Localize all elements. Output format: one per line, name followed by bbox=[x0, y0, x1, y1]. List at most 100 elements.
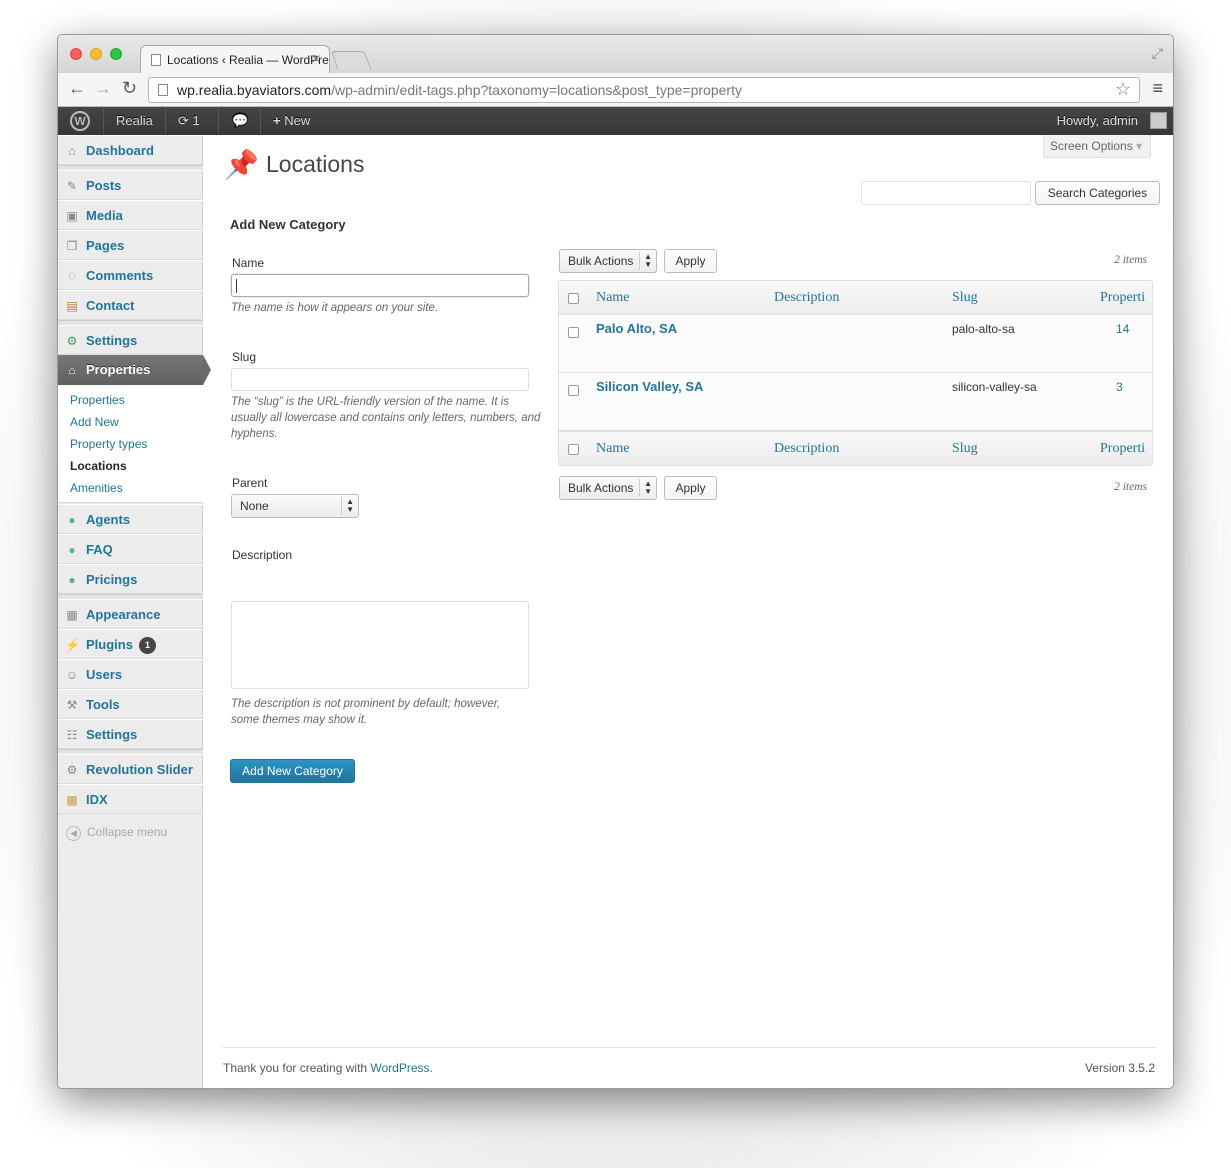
row-name-link[interactable]: Palo Alto, SA bbox=[596, 321, 677, 336]
sidebar-item-posts[interactable]: ✎ Posts bbox=[58, 170, 203, 200]
row-count-link[interactable]: 3 bbox=[1116, 380, 1123, 394]
comments-link[interactable]: 💬 bbox=[232, 107, 248, 135]
minimize-window-button[interactable] bbox=[90, 48, 102, 60]
screen-options-button[interactable]: Screen Options ▾ bbox=[1043, 135, 1151, 158]
search-categories-button[interactable]: Search Categories bbox=[1035, 181, 1160, 205]
column-name[interactable]: Name bbox=[596, 290, 629, 306]
comment-icon: ◌ bbox=[68, 269, 76, 283]
column-description[interactable]: Description bbox=[774, 441, 839, 457]
sidebar-item-contact[interactable]: ▤ Contact bbox=[58, 290, 203, 320]
site-name-link[interactable]: Realia bbox=[116, 107, 153, 135]
parent-label: Parent bbox=[232, 476, 268, 490]
wordpress-logo-icon[interactable]: W bbox=[70, 111, 90, 131]
select-all-checkbox[interactable] bbox=[568, 293, 579, 304]
browser-tab[interactable]: Locations ‹ Realia — WordPress ✕ bbox=[140, 45, 330, 73]
sidebar-item-dashboard[interactable]: ⌂ Dashboard bbox=[58, 135, 203, 165]
sidebar-item-agents[interactable]: ● Agents bbox=[58, 504, 203, 534]
add-new-category-button[interactable]: Add New Category bbox=[230, 759, 355, 783]
row-checkbox[interactable] bbox=[568, 385, 579, 396]
sidebar-item-faq[interactable]: ● FAQ bbox=[58, 534, 203, 564]
updates-link[interactable]: ⟳ 1 bbox=[178, 107, 200, 135]
apply-button-top[interactable]: Apply bbox=[664, 249, 717, 273]
avatar[interactable] bbox=[1150, 112, 1167, 129]
select-arrows-icon: ▲ ▼ bbox=[644, 479, 652, 496]
zoom-window-button[interactable] bbox=[110, 48, 122, 60]
column-description[interactable]: Description bbox=[774, 290, 839, 306]
column-slug[interactable]: Slug bbox=[952, 441, 978, 457]
slug-input[interactable] bbox=[231, 368, 529, 391]
items-count-bottom: 2 items bbox=[1114, 481, 1147, 493]
sidebar-item-label: Properties bbox=[86, 362, 151, 377]
bulk-actions-select-bottom[interactable]: Bulk Actions ▲ ▼ bbox=[559, 476, 657, 500]
new-content-link[interactable]: + New bbox=[273, 107, 310, 135]
settings-icon: ⚙ bbox=[66, 334, 78, 348]
sidebar-item-tools[interactable]: ⚒ Tools bbox=[58, 689, 203, 719]
table-row: Palo Alto, SA palo-alto-sa 14 bbox=[559, 315, 1152, 373]
sidebar-item-label: Settings bbox=[86, 333, 138, 348]
apply-button-bottom[interactable]: Apply bbox=[664, 476, 717, 500]
close-window-button[interactable] bbox=[70, 48, 82, 60]
description-help-text: The description is not prominent by defa… bbox=[231, 698, 501, 726]
sidebar-item-settings[interactable]: ⚙ Settings bbox=[58, 325, 203, 355]
sidebar-item-plugins[interactable]: ⚡ Plugins 1 bbox=[58, 629, 203, 659]
howdy-link[interactable]: Howdy, admin bbox=[1057, 107, 1138, 135]
page-icon bbox=[151, 54, 161, 66]
sidebar-item-pricings[interactable]: ● Pricings bbox=[58, 564, 203, 594]
bookmark-star-icon[interactable]: ☆ bbox=[1115, 79, 1131, 100]
fullscreen-icon[interactable]: ⤢ bbox=[1152, 45, 1163, 62]
collapse-menu-button[interactable]: ◀ Collapse menu bbox=[66, 825, 167, 841]
version-text: Version 3.5.2 bbox=[1084, 1061, 1155, 1075]
sidebar-item-revolution-slider[interactable]: ⚙ Revolution Slider bbox=[58, 754, 203, 784]
sidebar-item-idx[interactable]: ▩ IDX bbox=[58, 784, 203, 814]
collapse-menu-label: Collapse menu bbox=[87, 825, 168, 839]
forward-arrow-icon[interactable]: → bbox=[94, 78, 112, 99]
sidebar-item-media[interactable]: ▣ Media bbox=[58, 200, 203, 230]
sidebar-item-label: Settings bbox=[86, 727, 138, 742]
new-tab-button[interactable] bbox=[330, 51, 372, 69]
submenu-add-new[interactable]: Add New bbox=[58, 411, 203, 433]
row-checkbox[interactable] bbox=[568, 327, 579, 338]
page-title: Locations bbox=[266, 151, 365, 177]
tab-title: Locations ‹ Realia — WordPress bbox=[167, 53, 330, 67]
submenu-locations[interactable]: Locations bbox=[58, 455, 203, 477]
plugins-update-badge: 1 bbox=[138, 637, 156, 654]
form-heading: Add New Category bbox=[230, 217, 346, 232]
locations-table: Name Description Slug Properti Palo Alto… bbox=[558, 280, 1153, 466]
column-properties[interactable]: Properti bbox=[1100, 290, 1145, 306]
sidebar-item-properties[interactable]: ⌂ Properties bbox=[58, 355, 211, 385]
parent-select[interactable]: None ▲ ▼ bbox=[231, 494, 359, 518]
column-slug[interactable]: Slug bbox=[952, 290, 978, 306]
search-input[interactable] bbox=[861, 181, 1031, 205]
wordpress-link[interactable]: WordPress bbox=[370, 1061, 429, 1075]
browser-menu-icon[interactable]: ≡ bbox=[1152, 78, 1163, 99]
sidebar-item-settings-2[interactable]: ☷ Settings bbox=[58, 719, 203, 749]
row-count-link[interactable]: 14 bbox=[1116, 322, 1129, 336]
reload-icon[interactable]: ↻ bbox=[122, 78, 137, 99]
submenu-properties[interactable]: Properties bbox=[58, 389, 203, 411]
name-input[interactable] bbox=[231, 274, 529, 297]
select-all-checkbox-bottom[interactable] bbox=[568, 444, 579, 455]
bulk-actions-label: Bulk Actions bbox=[568, 481, 634, 495]
submenu-amenities[interactable]: Amenities bbox=[58, 477, 203, 499]
chevron-down-icon: ▾ bbox=[1136, 139, 1143, 153]
submenu-property-types[interactable]: Property types bbox=[58, 433, 203, 455]
bulk-actions-select-top[interactable]: Bulk Actions ▲ ▼ bbox=[559, 249, 657, 273]
sidebar-item-label: Comments bbox=[86, 268, 154, 283]
users-icon: ☺ bbox=[65, 668, 79, 682]
parent-selected-value: None bbox=[240, 499, 269, 513]
description-textarea[interactable] bbox=[231, 601, 529, 689]
row-name-link[interactable]: Silicon Valley, SA bbox=[596, 379, 703, 394]
url-host: wp.realia.byaviators.com bbox=[177, 82, 332, 98]
dashboard-icon: ⌂ bbox=[68, 144, 76, 158]
close-icon[interactable]: ✕ bbox=[311, 52, 321, 66]
address-bar[interactable]: wp.realia.byaviators.com/wp-admin/edit-t… bbox=[148, 77, 1140, 103]
new-label: New bbox=[284, 113, 311, 128]
sidebar-item-comments[interactable]: ◌ Comments bbox=[58, 260, 203, 290]
back-arrow-icon[interactable]: ← bbox=[68, 78, 86, 99]
sidebar-item-users[interactable]: ☺ Users bbox=[58, 659, 203, 689]
sidebar-item-pages[interactable]: ❐ Pages bbox=[58, 230, 203, 260]
sidebar-item-label: Agents bbox=[86, 512, 131, 527]
column-name[interactable]: Name bbox=[596, 441, 629, 457]
sidebar-item-appearance[interactable]: ▦ Appearance bbox=[58, 599, 203, 629]
column-properties[interactable]: Properti bbox=[1100, 441, 1145, 457]
